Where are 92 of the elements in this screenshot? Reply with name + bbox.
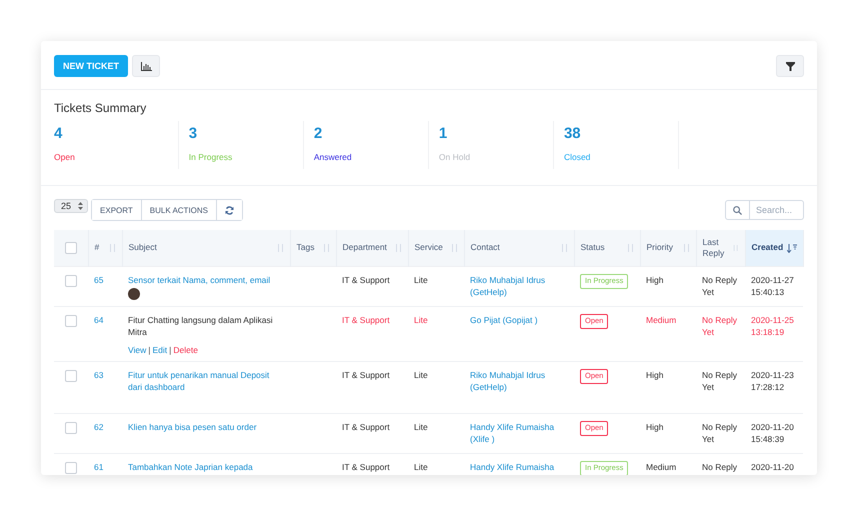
sort-icon[interactable]: [733, 244, 738, 252]
row-checkbox[interactable]: [65, 274, 77, 287]
stat-value: 3: [188, 125, 198, 144]
sort-icon[interactable]: [682, 244, 690, 252]
action-link[interactable]: View: [128, 344, 146, 356]
column-header[interactable]: Status: [580, 242, 605, 254]
sort-descending-icon[interactable]: [786, 244, 796, 252]
priority-text: High: [646, 274, 664, 286]
created-date: 2020-11-23 17:28:12: [751, 368, 795, 394]
column-header[interactable]: Priority: [646, 242, 673, 254]
delete-link[interactable]: Delete: [173, 344, 198, 356]
column-header[interactable]: Subject: [128, 242, 157, 254]
created-date: 2020-11-20 15:48:39: [751, 420, 795, 446]
filter-button[interactable]: [776, 55, 804, 77]
row-checkbox[interactable]: [65, 314, 77, 327]
service-text: Lite: [414, 368, 429, 382]
search-field[interactable]: Search...: [750, 200, 804, 220]
contact-link[interactable]: Go Pijat (Gopijat ): [470, 314, 568, 326]
column-header[interactable]: Service: [414, 242, 443, 254]
ticket-id[interactable]: 61: [94, 460, 116, 474]
last-reply-text: No Reply Yet: [702, 274, 738, 299]
last-reply-text: No Reply Yet: [702, 420, 738, 446]
ticket-subject[interactable]: Sensor terkait Nama, comment, email: [128, 274, 284, 286]
search-button[interactable]: [725, 200, 750, 220]
new-ticket-button[interactable]: NEW TICKET: [54, 55, 128, 77]
separator: |: [169, 344, 172, 356]
page-size-select[interactable]: 25: [54, 199, 88, 213]
select-all-checkbox[interactable]: [64, 242, 77, 254]
stat-value: 4: [54, 125, 64, 144]
department-text: IT & Support: [342, 274, 391, 286]
service-text: Lite: [414, 420, 429, 434]
sort-icon[interactable]: [450, 244, 458, 252]
created-date: 2020-11-20: [751, 460, 795, 474]
department-text: IT & Support: [342, 368, 391, 382]
stat-value: 38: [564, 125, 582, 144]
column-header[interactable]: Contact: [470, 242, 500, 254]
priority-text: High: [646, 368, 664, 382]
ticket-id[interactable]: 65: [94, 274, 116, 286]
ticket-id[interactable]: 63: [94, 368, 116, 382]
department-text: IT & Support: [342, 314, 391, 326]
service-text: Lite: [414, 460, 429, 474]
stepper-icon: [78, 202, 84, 210]
refresh-icon: [225, 206, 234, 214]
column-header[interactable]: Created: [752, 242, 784, 254]
bar-chart-icon: [140, 62, 152, 70]
last-reply-text: No Reply Yet: [702, 368, 738, 394]
ticket-subject[interactable]: Fitur Chatting langsung dalam Aplikasi Mitra: [128, 314, 284, 339]
stat-label[interactable]: On Hold: [438, 152, 470, 162]
contact-link[interactable]: Riko Muhabjal Idrus (GetHelp): [470, 274, 568, 299]
stat-value: 2: [314, 125, 324, 144]
filter-icon: [786, 62, 794, 70]
priority-text: Medium: [646, 314, 678, 326]
created-date: 2020-11-27 15:40:13: [751, 274, 795, 299]
stat-label[interactable]: Closed: [564, 152, 590, 162]
sort-icon[interactable]: [108, 244, 116, 252]
created-date: 2020-11-25 13:18:19: [751, 314, 795, 339]
action-link[interactable]: Edit: [152, 344, 168, 356]
stat-label[interactable]: In Progress: [188, 152, 232, 162]
contact-link[interactable]: Handy Xlife Rumaisha: [470, 460, 568, 474]
column-header[interactable]: #: [94, 242, 100, 254]
ticket-id[interactable]: 62: [94, 420, 116, 434]
row-checkbox[interactable]: [65, 422, 77, 434]
row-checkbox[interactable]: [65, 370, 77, 382]
stat-label[interactable]: Answered: [314, 152, 352, 162]
stat-value: 1: [438, 125, 448, 144]
chart-button[interactable]: [132, 55, 160, 77]
last-reply-text: No Reply Yet: [702, 314, 738, 339]
department-text: IT & Support: [342, 460, 391, 474]
stat-label[interactable]: Open: [54, 152, 75, 162]
department-text: IT & Support: [342, 420, 391, 434]
separator: |: [148, 344, 150, 356]
export-button[interactable]: EXPORT: [92, 200, 142, 220]
sort-icon[interactable]: [626, 244, 634, 252]
sort-icon[interactable]: [322, 244, 330, 252]
ticket-subject[interactable]: Fitur untuk penarikan manual Deposit dari dashboard: [128, 368, 284, 394]
ticket-subject[interactable]: Klien hanya bisa pesen satu order: [128, 420, 284, 434]
service-text: Lite: [414, 274, 429, 286]
section-title: Tickets Summary: [54, 101, 148, 115]
contact-link[interactable]: Riko Muhabjal Idrus (GetHelp): [470, 368, 568, 394]
contact-link[interactable]: Handy Xlife Rumaisha (Xlife ): [470, 420, 568, 446]
row-checkbox[interactable]: [65, 462, 77, 474]
priority-text: Medium: [646, 460, 678, 474]
sort-icon[interactable]: [394, 244, 402, 252]
sort-icon[interactable]: [276, 244, 284, 252]
column-header[interactable]: Tags: [296, 242, 314, 254]
ticket-subject[interactable]: Tambahkan Note Japrian kepada: [128, 460, 284, 474]
last-reply-text: No Reply: [702, 460, 738, 474]
search-icon: [733, 206, 742, 214]
ticket-id[interactable]: 64: [94, 314, 116, 326]
priority-text: High: [646, 420, 664, 434]
sort-icon[interactable]: [560, 244, 568, 252]
service-text: Lite: [414, 314, 429, 326]
